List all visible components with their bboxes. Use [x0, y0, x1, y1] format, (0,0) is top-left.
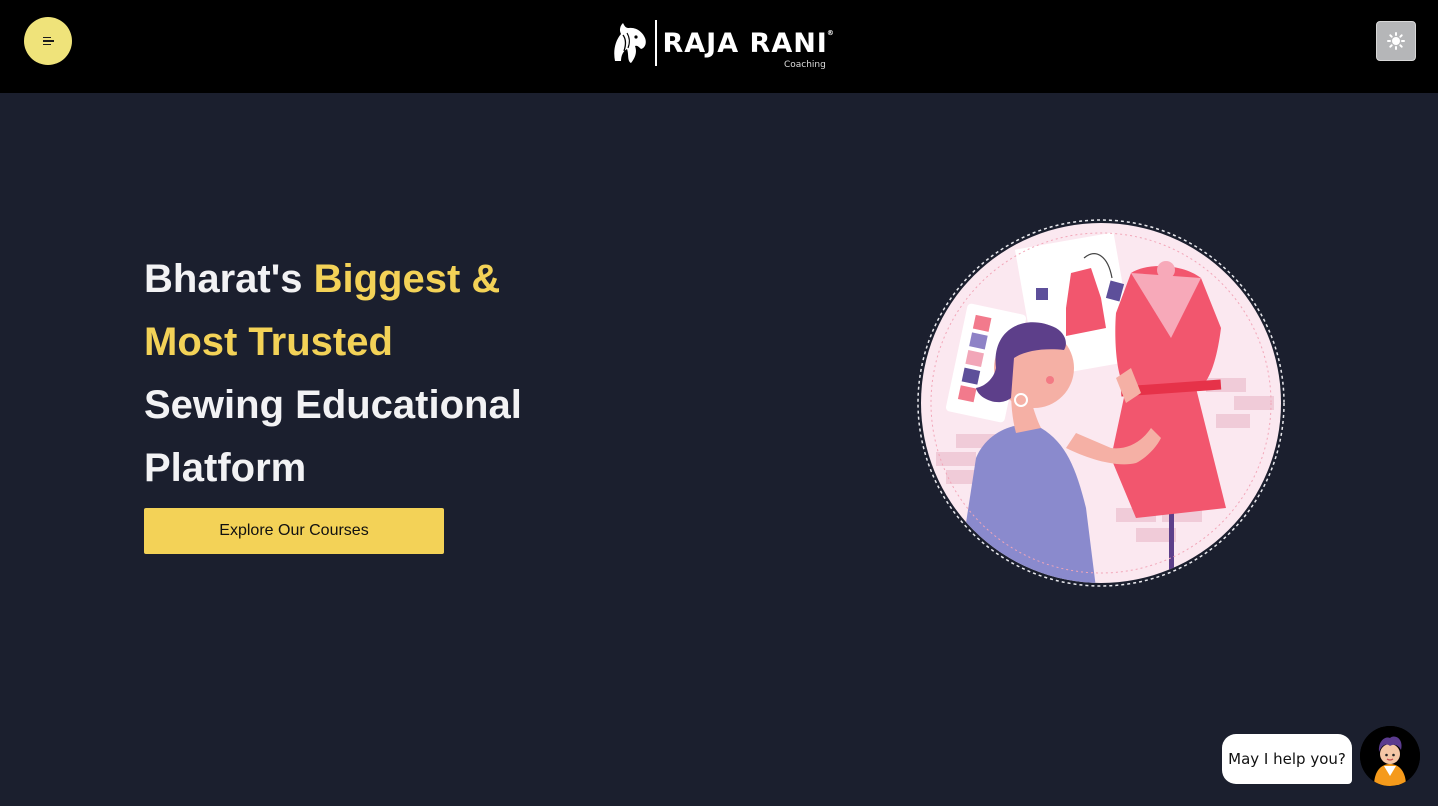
sun-icon — [1387, 32, 1405, 50]
horse-logo-icon — [614, 23, 646, 63]
theme-toggle-button[interactable] — [1376, 21, 1416, 61]
menu-button[interactable] — [24, 17, 72, 65]
hero-heading: Bharat's Biggest & Most Trusted Sewing Ed… — [144, 248, 604, 500]
logo-subtitle: Coaching — [783, 59, 826, 70]
chat-prompt-bubble[interactable]: May I help you? — [1222, 734, 1352, 784]
hero-illustration — [917, 219, 1285, 587]
hero-title-rest: Sewing Educational Platform — [144, 383, 522, 490]
explore-courses-button[interactable]: Explore Our Courses — [144, 508, 444, 554]
brand-logo[interactable]: RAJA RANI ® Coaching — [609, 18, 834, 69]
chat-assistant-avatar[interactable] — [1360, 726, 1420, 786]
logo-text: RAJA RANI — [662, 27, 828, 59]
top-navbar: RAJA RANI ® Coaching — [0, 0, 1438, 93]
hero-title-intro: Bharat's — [144, 257, 314, 301]
logo-registered-mark: ® — [826, 28, 835, 37]
logo-wordmark: RAJA RANI ® Coaching — [662, 27, 834, 69]
menu-icon — [42, 36, 54, 46]
logo-divider — [655, 20, 657, 66]
assistant-character-icon — [1360, 726, 1420, 786]
